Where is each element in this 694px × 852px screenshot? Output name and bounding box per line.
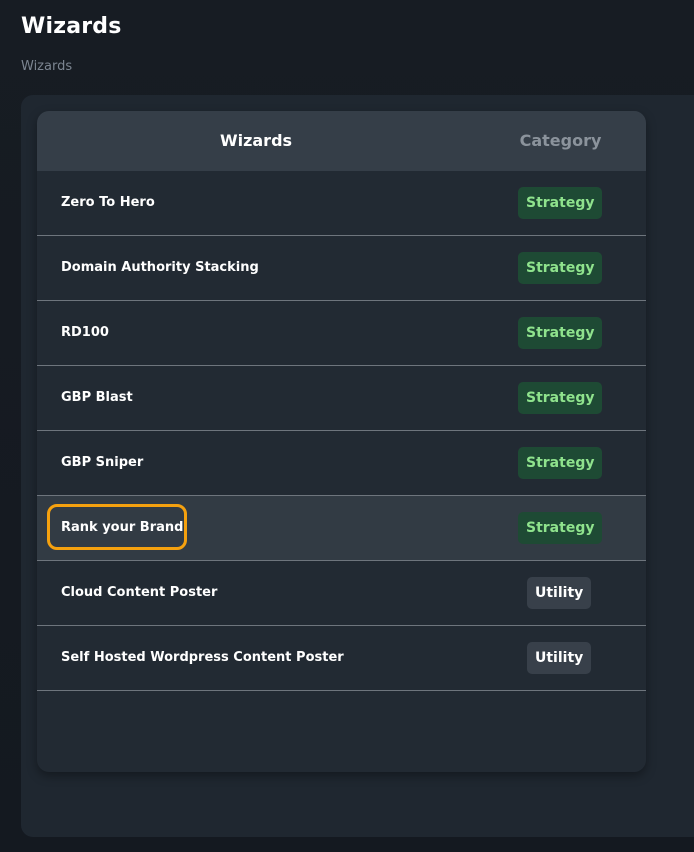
- table-row[interactable]: RD100 Strategy: [37, 301, 646, 366]
- wizard-name[interactable]: Domain Authority Stacking: [61, 236, 259, 300]
- table-body: Zero To Hero Strategy Domain Authority Sta…: [37, 171, 646, 691]
- wizard-name[interactable]: Self Hosted Wordpress Content Poster: [61, 626, 344, 690]
- table-row[interactable]: Self Hosted Wordpress Content Poster Util…: [37, 626, 646, 691]
- column-header-category[interactable]: Category: [475, 111, 646, 171]
- table-row[interactable]: GBP Blast Strategy: [37, 366, 646, 431]
- category-badge: Strategy: [518, 512, 603, 544]
- table-row[interactable]: Domain Authority Stacking Strategy: [37, 236, 646, 301]
- page-title: Wizards: [21, 14, 122, 39]
- category-badge: Strategy: [518, 317, 603, 349]
- breadcrumb[interactable]: Wizards: [21, 59, 72, 74]
- table-row[interactable]: Rank your Brand Strategy: [37, 496, 646, 561]
- category-badge: Strategy: [518, 252, 603, 284]
- table-header: Wizards Category: [37, 111, 646, 171]
- wizard-name[interactable]: GBP Sniper: [61, 431, 143, 495]
- category-badge: Strategy: [518, 447, 603, 479]
- category-badge: Utility: [527, 577, 592, 609]
- table-row[interactable]: Zero To Hero Strategy: [37, 171, 646, 236]
- wizard-name[interactable]: RD100: [61, 301, 109, 365]
- category-badge: Utility: [527, 642, 592, 674]
- wizard-name[interactable]: Rank your Brand: [61, 496, 183, 560]
- column-header-wizards[interactable]: Wizards: [37, 111, 475, 171]
- wizard-name[interactable]: Cloud Content Poster: [61, 561, 217, 625]
- category-badge: Strategy: [518, 382, 603, 414]
- category-badge: Strategy: [518, 187, 603, 219]
- wizard-name[interactable]: Zero To Hero: [61, 171, 155, 235]
- table-row[interactable]: Cloud Content Poster Utility: [37, 561, 646, 626]
- page: Wizards Wizards Wizards Category Zero To…: [0, 0, 694, 852]
- table-row[interactable]: GBP Sniper Strategy: [37, 431, 646, 496]
- wizard-name[interactable]: GBP Blast: [61, 366, 133, 430]
- wizards-table: Wizards Category Zero To Hero Strategy Dom…: [37, 111, 646, 772]
